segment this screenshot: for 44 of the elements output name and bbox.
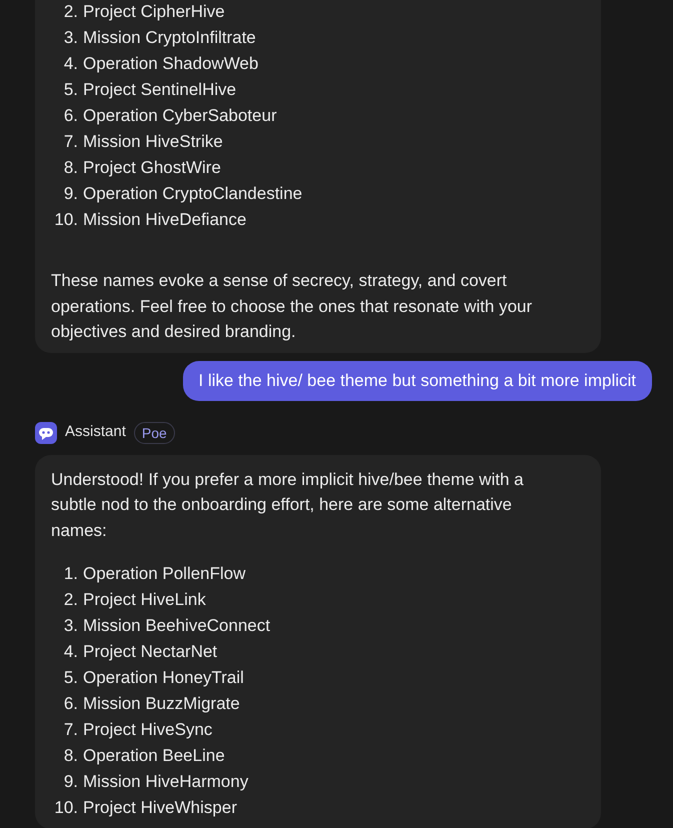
list-number: 8. [62,157,79,179]
list-item: Operation HoneyTrail [83,667,244,689]
list-number: 10. [53,209,79,231]
list-item: Operation BeeLine [83,745,225,767]
list-item: Operation CryptoClandestine [83,183,302,205]
message-text: Understood! If you prefer a more implicit hive/bee theme with a subtle nod to the onboarding effort, here are some alternative names: [51,468,524,542]
list-number: 2. [62,1,79,23]
list-item: Mission HiveStrike [83,131,223,153]
list-item: Project GhostWire [83,157,221,179]
list-item: Project NectarNet [83,641,218,663]
list-number: 6. [62,105,79,127]
list-item: Project HiveLink [83,589,206,611]
bot-tag[interactable]: Poe [134,422,175,444]
list-item: Mission HiveHarmony [83,771,248,793]
list-item: Project SentinelHive [83,79,236,101]
list-number: 9. [62,183,79,205]
list-number: 9. [62,771,79,793]
list-item: Project HiveWhisper [83,797,237,819]
list-number: 5. [62,667,79,689]
list-number: 6. [62,693,79,715]
list-item: Operation ShadowWeb [83,53,258,75]
list-item: Mission CryptoInfiltrate [83,27,256,49]
list-number: 5. [62,79,79,101]
list-number: 8. [62,745,79,767]
message-text: These names evoke a sense of secrecy, strategy, and covert operations. Feel free to choose the ones that resonate with your objectives and desired branding. [51,270,534,343]
sender-name: Assistant [65,422,126,442]
list-item: Mission BuzzMigrate [83,693,240,715]
list-number: 3. [62,27,79,49]
list-number: 7. [62,131,79,153]
list-number: 4. [62,641,79,663]
list-number: 10. [53,797,79,819]
list-item: Project HiveSync [83,719,212,741]
bot-avatar-icon [35,422,57,444]
list-item: Operation PollenFlow [83,563,246,585]
list-item: Project CipherHive [83,1,225,23]
list-number: 4. [62,53,79,75]
list-number: 3. [62,615,79,637]
list-item: Mission HiveDefiance [83,209,246,231]
list-number: 7. [62,719,79,741]
list-item: Operation CyberSaboteur [83,105,277,127]
list-number: 1. [62,563,79,585]
user-message-bubble: I like the hive/ bee theme but something a bit more implicit [182,360,652,400]
list-item: Mission BeehiveConnect [83,615,270,637]
list-number: 2. [62,589,79,611]
